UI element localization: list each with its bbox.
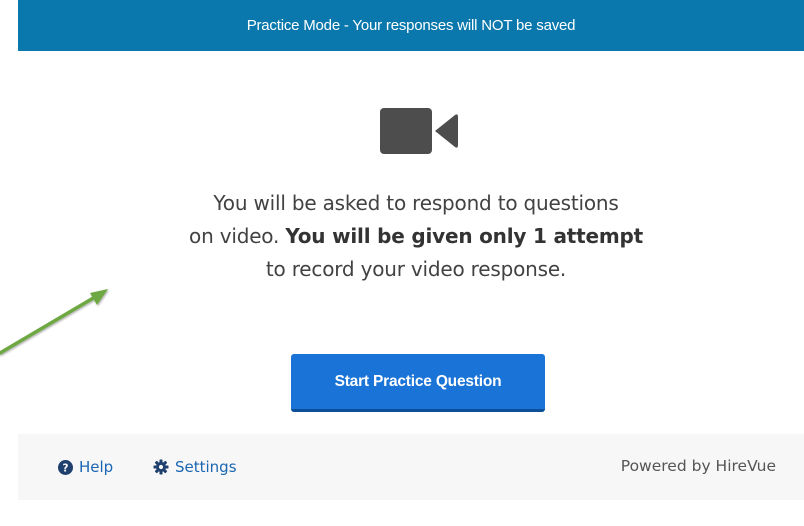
- settings-label: Settings: [175, 458, 237, 476]
- practice-mode-banner: Practice Mode - Your responses will NOT …: [18, 0, 804, 51]
- instructions-line-1: You will be asked to respond to question…: [213, 191, 619, 215]
- banner-text: Practice Mode - Your responses will NOT …: [246, 17, 576, 34]
- left-margin: [0, 0, 18, 526]
- powered-by-text: Powered by HireVue: [620, 457, 776, 475]
- green-arrow-annotation: [0, 289, 108, 355]
- instructions-line-3: to record your video response.: [265, 257, 567, 281]
- instructions-line-2-start: on video.: [189, 224, 286, 248]
- gear-icon: [153, 459, 169, 475]
- question-circle-icon: ?: [58, 459, 73, 475]
- help-link[interactable]: ? Help: [58, 457, 113, 477]
- start-practice-question-button[interactable]: Start Practice Question: [291, 354, 545, 412]
- instructions-line-2: on video. You will be given only 1 attem…: [118, 220, 714, 253]
- svg-text:?: ?: [63, 462, 69, 474]
- help-label: Help: [79, 458, 114, 476]
- attempt-limit-text: You will be given only 1 attempt: [285, 224, 643, 248]
- footer: ? Help Settings Powered by HireVue: [18, 434, 804, 500]
- settings-link[interactable]: Settings: [153, 457, 237, 477]
- video-camera-icon: [380, 108, 458, 154]
- instructions-text: You will be asked to respond to question…: [118, 187, 714, 286]
